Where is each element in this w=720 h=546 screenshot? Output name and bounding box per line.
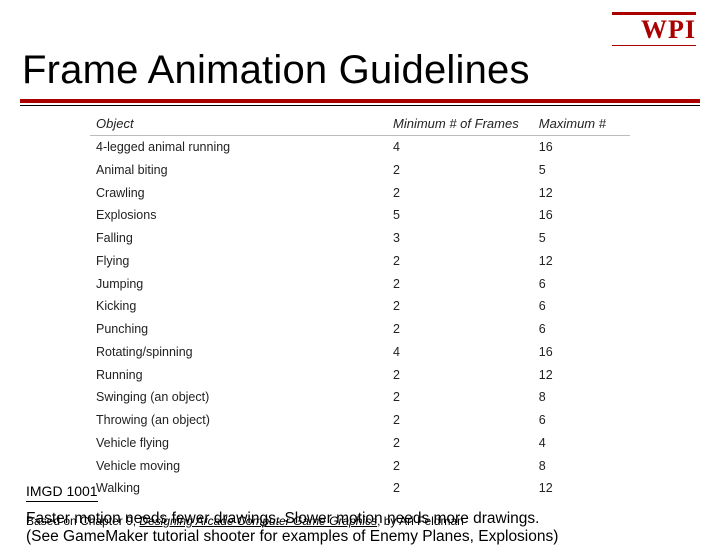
cell-obj: Kicking <box>90 295 387 318</box>
cell-min: 2 <box>387 273 533 296</box>
col-min: Minimum # of Frames <box>387 112 533 136</box>
cell-min: 2 <box>387 455 533 478</box>
table-row: Walking212 <box>90 477 630 500</box>
cell-min: 2 <box>387 386 533 409</box>
col-object: Object <box>90 112 387 136</box>
cell-max: 12 <box>533 182 630 205</box>
table-row: 4-legged animal running416 <box>90 136 630 159</box>
table-row: Vehicle moving28 <box>90 455 630 478</box>
cell-obj: Running <box>90 364 387 387</box>
cell-max: 6 <box>533 273 630 296</box>
cell-max: 16 <box>533 341 630 364</box>
slide: WPI Frame Animation Guidelines Object Mi… <box>0 0 720 540</box>
cell-max: 12 <box>533 364 630 387</box>
cell-min: 3 <box>387 227 533 250</box>
wpi-logo: WPI <box>612 12 696 46</box>
table-row: Vehicle flying24 <box>90 432 630 455</box>
cell-max: 12 <box>533 250 630 273</box>
cell-min: 2 <box>387 432 533 455</box>
cell-obj: Flying <box>90 250 387 273</box>
frame-guidelines-table-wrap: Object Minimum # of Frames Maximum # 4-l… <box>90 112 630 500</box>
cell-obj: Animal biting <box>90 159 387 182</box>
logo-text: WPI <box>612 17 696 43</box>
table-row: Kicking26 <box>90 295 630 318</box>
footer-prefix: Based on Chapter 9, <box>26 514 139 528</box>
table-row: Punching26 <box>90 318 630 341</box>
cell-min: 2 <box>387 409 533 432</box>
cell-obj: Jumping <box>90 273 387 296</box>
table-row: Falling35 <box>90 227 630 250</box>
table-row: Flying212 <box>90 250 630 273</box>
table-row: Rotating/spinning416 <box>90 341 630 364</box>
cell-max: 6 <box>533 295 630 318</box>
cell-max: 16 <box>533 204 630 227</box>
cell-obj: Punching <box>90 318 387 341</box>
cell-max: 5 <box>533 159 630 182</box>
footer-suffix: , by Ari Feldman <box>377 514 464 528</box>
cell-max: 8 <box>533 386 630 409</box>
table-row: Throwing (an object)26 <box>90 409 630 432</box>
cell-min: 5 <box>387 204 533 227</box>
cell-max: 6 <box>533 409 630 432</box>
note-line-2: (See GameMaker tutorial shooter for exam… <box>26 528 694 546</box>
cell-min: 2 <box>387 364 533 387</box>
cell-obj: Throwing (an object) <box>90 409 387 432</box>
cell-max: 5 <box>533 227 630 250</box>
cell-obj: Vehicle moving <box>90 455 387 478</box>
table-row: Running212 <box>90 364 630 387</box>
cell-min: 4 <box>387 136 533 159</box>
cell-obj: Swinging (an object) <box>90 386 387 409</box>
cell-max: 16 <box>533 136 630 159</box>
course-code: IMGD 1001 <box>26 483 98 502</box>
slide-title: Frame Animation Guidelines <box>22 48 700 93</box>
table-row: Animal biting25 <box>90 159 630 182</box>
table-body: 4-legged animal running416Animal biting2… <box>90 136 630 501</box>
col-max: Maximum # <box>533 112 630 136</box>
table-row: Jumping26 <box>90 273 630 296</box>
cell-min: 2 <box>387 295 533 318</box>
cell-min: 2 <box>387 159 533 182</box>
cell-obj: Vehicle flying <box>90 432 387 455</box>
cell-min: 2 <box>387 477 533 500</box>
cell-obj: Rotating/spinning <box>90 341 387 364</box>
cell-obj: 4-legged animal running <box>90 136 387 159</box>
footer-book-title: Designing Arcade Computer Game Graphics <box>139 514 377 528</box>
cell-max: 12 <box>533 477 630 500</box>
table-row: Swinging (an object)28 <box>90 386 630 409</box>
cell-min: 2 <box>387 182 533 205</box>
logo-rule-bottom <box>612 45 696 46</box>
rule-thin <box>20 105 700 106</box>
cell-obj: Walking <box>90 477 387 500</box>
cell-min: 4 <box>387 341 533 364</box>
cell-max: 6 <box>533 318 630 341</box>
cell-min: 2 <box>387 318 533 341</box>
cell-obj: Explosions <box>90 204 387 227</box>
table-row: Explosions516 <box>90 204 630 227</box>
frame-guidelines-table: Object Minimum # of Frames Maximum # 4-l… <box>90 112 630 500</box>
cell-max: 4 <box>533 432 630 455</box>
cell-max: 8 <box>533 455 630 478</box>
table-header-row: Object Minimum # of Frames Maximum # <box>90 112 630 136</box>
footer-citation: Based on Chapter 9, Designing Arcade Com… <box>26 514 464 528</box>
cell-obj: Falling <box>90 227 387 250</box>
rule-red <box>20 99 700 103</box>
cell-min: 2 <box>387 250 533 273</box>
table-row: Crawling212 <box>90 182 630 205</box>
cell-obj: Crawling <box>90 182 387 205</box>
